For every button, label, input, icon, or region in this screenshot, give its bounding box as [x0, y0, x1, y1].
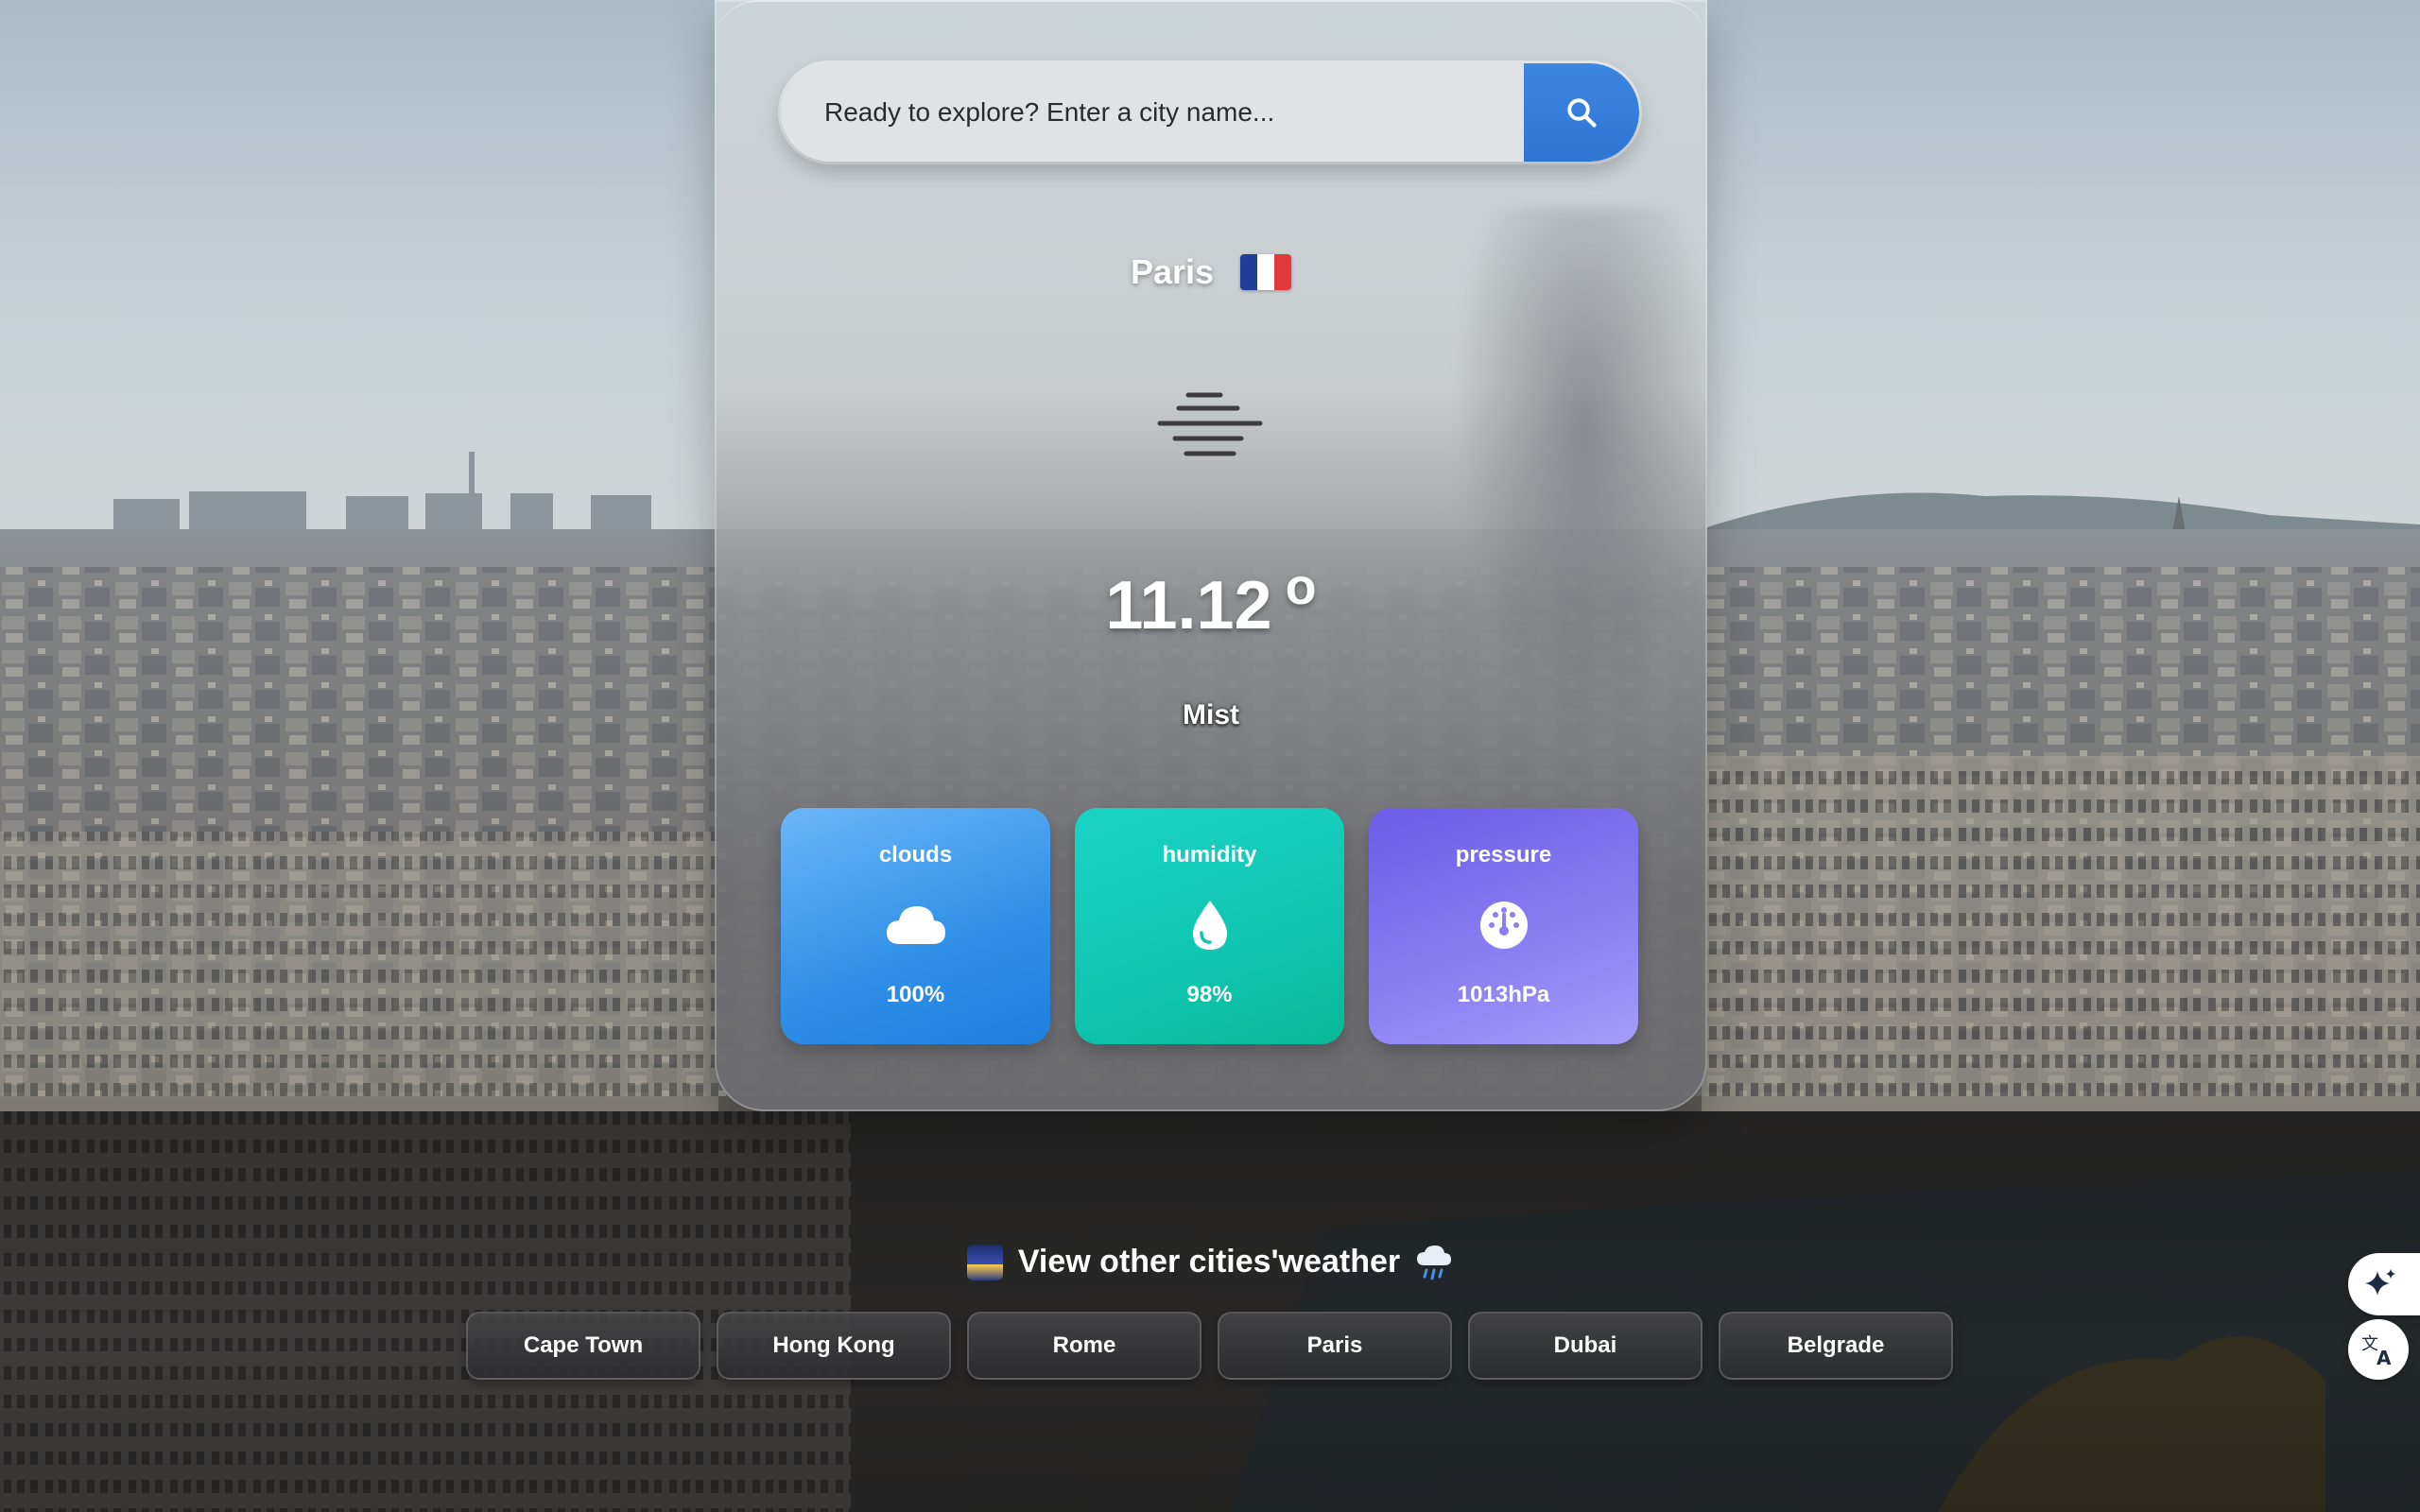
- city-button-hong-kong[interactable]: Hong Kong: [717, 1312, 951, 1380]
- city-button-belgrade[interactable]: Belgrade: [1719, 1312, 1953, 1380]
- temperature: 11.12 o: [715, 558, 1707, 644]
- degree-symbol: o: [1285, 558, 1317, 615]
- city-button-cape-town[interactable]: Cape Town: [466, 1312, 700, 1380]
- cloud-icon: [886, 906, 945, 944]
- stat-value: 100%: [886, 982, 945, 1007]
- stat-value: 98%: [1186, 982, 1233, 1007]
- translate-icon: 文 A: [2361, 1334, 2392, 1368]
- mist-icon: [1157, 392, 1263, 456]
- city-header: Paris: [715, 248, 1707, 297]
- stats-row: clouds 100% humidity 98% pressure 1013hP…: [781, 808, 1639, 1044]
- translate-button[interactable]: 文 A: [2348, 1319, 2409, 1380]
- stat-card-pressure: pressure 1013hPa: [1369, 808, 1638, 1044]
- weather-card: Paris 11.12o Mist clouds 100%: [715, 0, 1707, 1111]
- city-button-rome[interactable]: Rome: [967, 1312, 1201, 1380]
- ai-assistant-button[interactable]: [2348, 1253, 2420, 1315]
- stat-label: humidity: [1162, 842, 1257, 868]
- svg-text:A: A: [2377, 1347, 2392, 1368]
- other-cities-heading: View other cities'weather: [0, 1244, 2420, 1280]
- city-name: Paris: [1130, 252, 1215, 291]
- other-cities-title: View other cities'weather: [1017, 1244, 1401, 1280]
- stat-value: 1013hPa: [1457, 982, 1550, 1007]
- france-flag-icon: [1240, 254, 1292, 290]
- stat-label: clouds: [878, 842, 953, 868]
- stat-card-humidity: humidity 98%: [1075, 808, 1344, 1044]
- gauge-icon: [1479, 902, 1528, 949]
- search-input[interactable]: [781, 63, 1524, 162]
- sparkle-icon: [2365, 1269, 2395, 1296]
- night-city-emoji-icon: [966, 1244, 1003, 1280]
- rain-cloud-emoji-icon: [1417, 1245, 1452, 1280]
- stat-card-clouds: clouds 100%: [781, 808, 1050, 1044]
- weather-description: Mist: [1183, 699, 1239, 730]
- city-button-paris[interactable]: Paris: [1218, 1312, 1452, 1380]
- search-icon: [1567, 98, 1597, 128]
- droplet-icon: [1192, 901, 1227, 950]
- search-button[interactable]: [1524, 63, 1639, 162]
- stat-label: pressure: [1455, 842, 1552, 868]
- other-cities-list: Cape Town Hong Kong Rome Paris Dubai Bel…: [466, 1312, 1953, 1380]
- search-bar: [781, 63, 1639, 162]
- temperature-value: 11.12: [1105, 568, 1272, 644]
- city-button-dubai[interactable]: Dubai: [1468, 1312, 1703, 1380]
